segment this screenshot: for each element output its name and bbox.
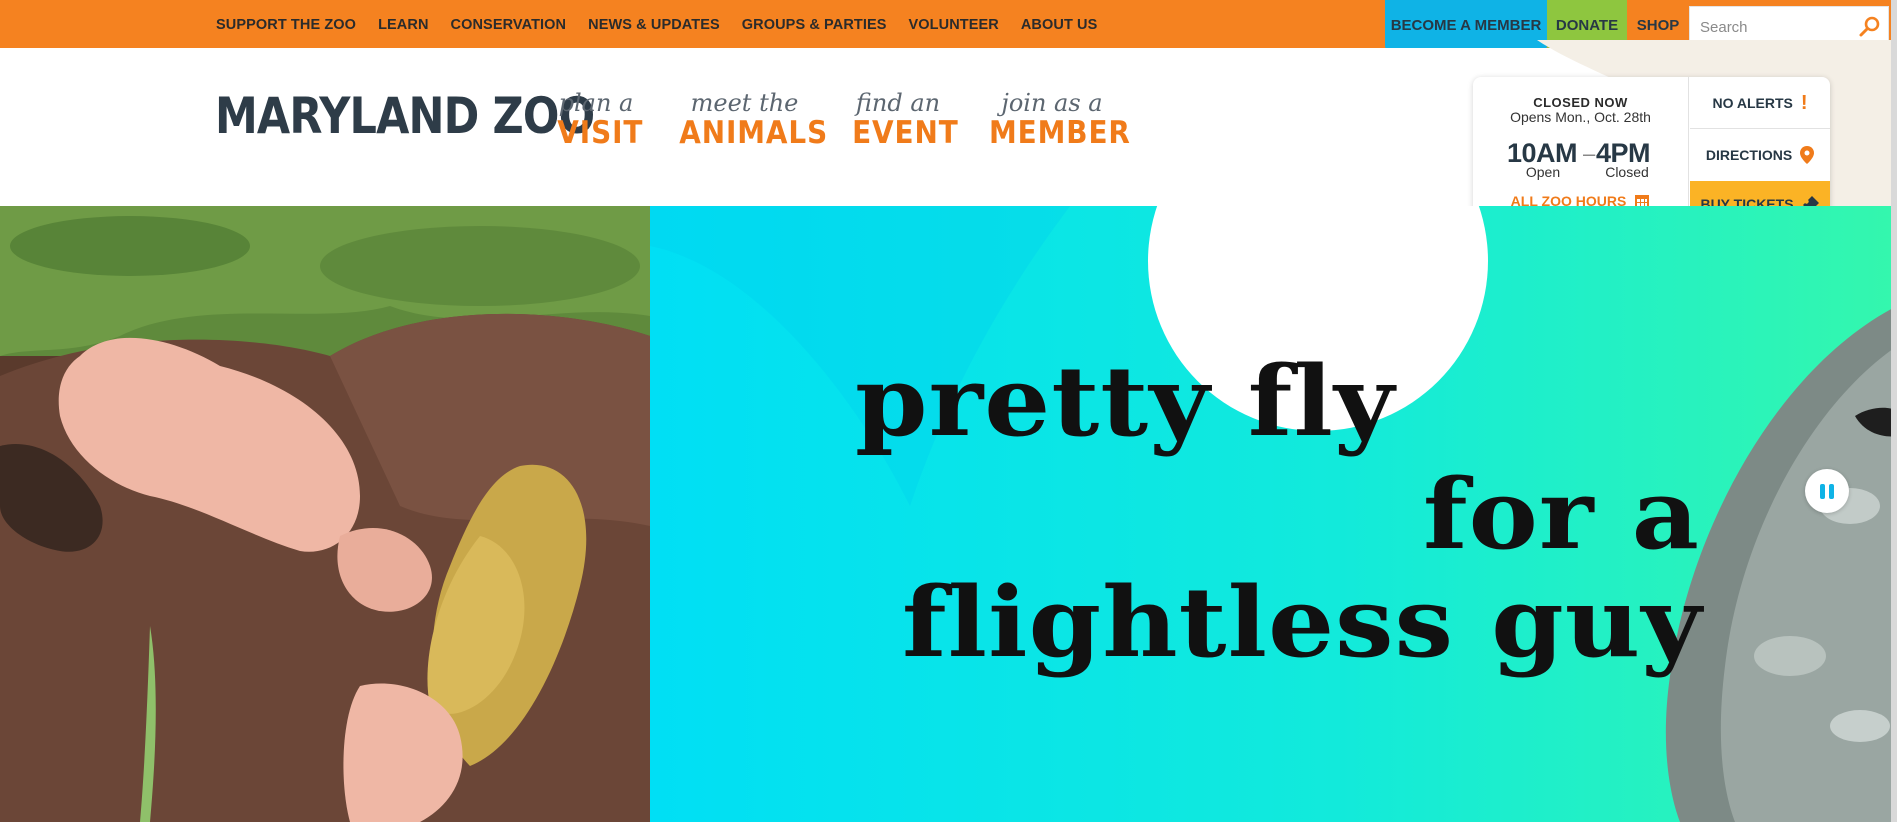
main-nav-animals-small: meet the bbox=[690, 89, 799, 117]
hours-panel: CLOSED NOW Opens Mon., Oct. 28th 10AM – … bbox=[1473, 77, 1689, 227]
hero-photo-baby-animal bbox=[0, 206, 650, 822]
top-nav-groups[interactable]: GROUPS & PARTIES bbox=[742, 17, 887, 33]
close-time-label: Closed bbox=[1605, 164, 1649, 180]
main-nav-visit-small: plan a bbox=[558, 89, 634, 117]
main-nav-event-big: EVENT bbox=[852, 115, 959, 151]
top-nav-learn[interactable]: LEARN bbox=[378, 17, 428, 33]
pause-icon-bar bbox=[1829, 483, 1834, 499]
hero-headline-line3: flightless guy bbox=[902, 566, 1703, 679]
directions-label: DIRECTIONS bbox=[1705, 147, 1793, 163]
alerts-label: NO ALERTS bbox=[1712, 94, 1793, 111]
top-nav-support[interactable]: SUPPORT THE ZOO bbox=[216, 17, 356, 33]
top-nav-volunteer[interactable]: VOLUNTEER bbox=[909, 17, 999, 33]
hours-card: CLOSED NOW Opens Mon., Oct. 28th 10AM – … bbox=[1473, 77, 1830, 227]
hero-headline-line1: pretty fly bbox=[855, 345, 1396, 458]
main-nav-animals-big: ANIMALS bbox=[679, 115, 829, 151]
main-nav-event-small: find an bbox=[855, 89, 941, 117]
top-nav-news[interactable]: NEWS & UPDATES bbox=[588, 17, 720, 33]
directions-button[interactable]: DIRECTIONS bbox=[1690, 129, 1830, 181]
main-nav-visit[interactable]: plan a VISIT bbox=[553, 89, 644, 151]
next-opening: Opens Mon., Oct. 28th bbox=[1510, 109, 1651, 125]
page-scrollbar[interactable] bbox=[1891, 0, 1897, 822]
hero-graphic-panel bbox=[650, 206, 1897, 822]
alert-icon: ! bbox=[1800, 91, 1808, 114]
hero-headline-line2: for a bbox=[1423, 458, 1701, 571]
open-time-label: Open bbox=[1525, 164, 1561, 180]
main-nav-event[interactable]: find an EVENT bbox=[847, 89, 959, 151]
search-icon[interactable] bbox=[1858, 15, 1882, 39]
top-nav-conservation[interactable]: CONSERVATION bbox=[451, 17, 567, 33]
main-nav-member-big: MEMBER bbox=[989, 115, 1131, 151]
main-nav-member[interactable]: join as a MEMBER bbox=[982, 89, 1131, 151]
top-nav-about[interactable]: ABOUT US bbox=[1021, 17, 1098, 33]
alerts-button[interactable]: NO ALERTS ! bbox=[1690, 77, 1830, 129]
slideshow-pause-button[interactable] bbox=[1805, 469, 1849, 513]
main-nav-visit-big: VISIT bbox=[557, 115, 644, 151]
time-separator: – bbox=[1583, 141, 1596, 166]
open-status: CLOSED NOW bbox=[1533, 95, 1628, 110]
main-nav-member-small: join as a bbox=[1001, 89, 1103, 117]
map-pin-icon bbox=[1800, 146, 1815, 164]
site-logo[interactable]: MARYLAND ZOO bbox=[215, 88, 595, 144]
pause-icon bbox=[1820, 483, 1825, 499]
top-nav: SUPPORT THE ZOO LEARN CONSERVATION NEWS … bbox=[216, 0, 1097, 50]
main-nav-animals[interactable]: meet the ANIMALS bbox=[672, 89, 829, 151]
